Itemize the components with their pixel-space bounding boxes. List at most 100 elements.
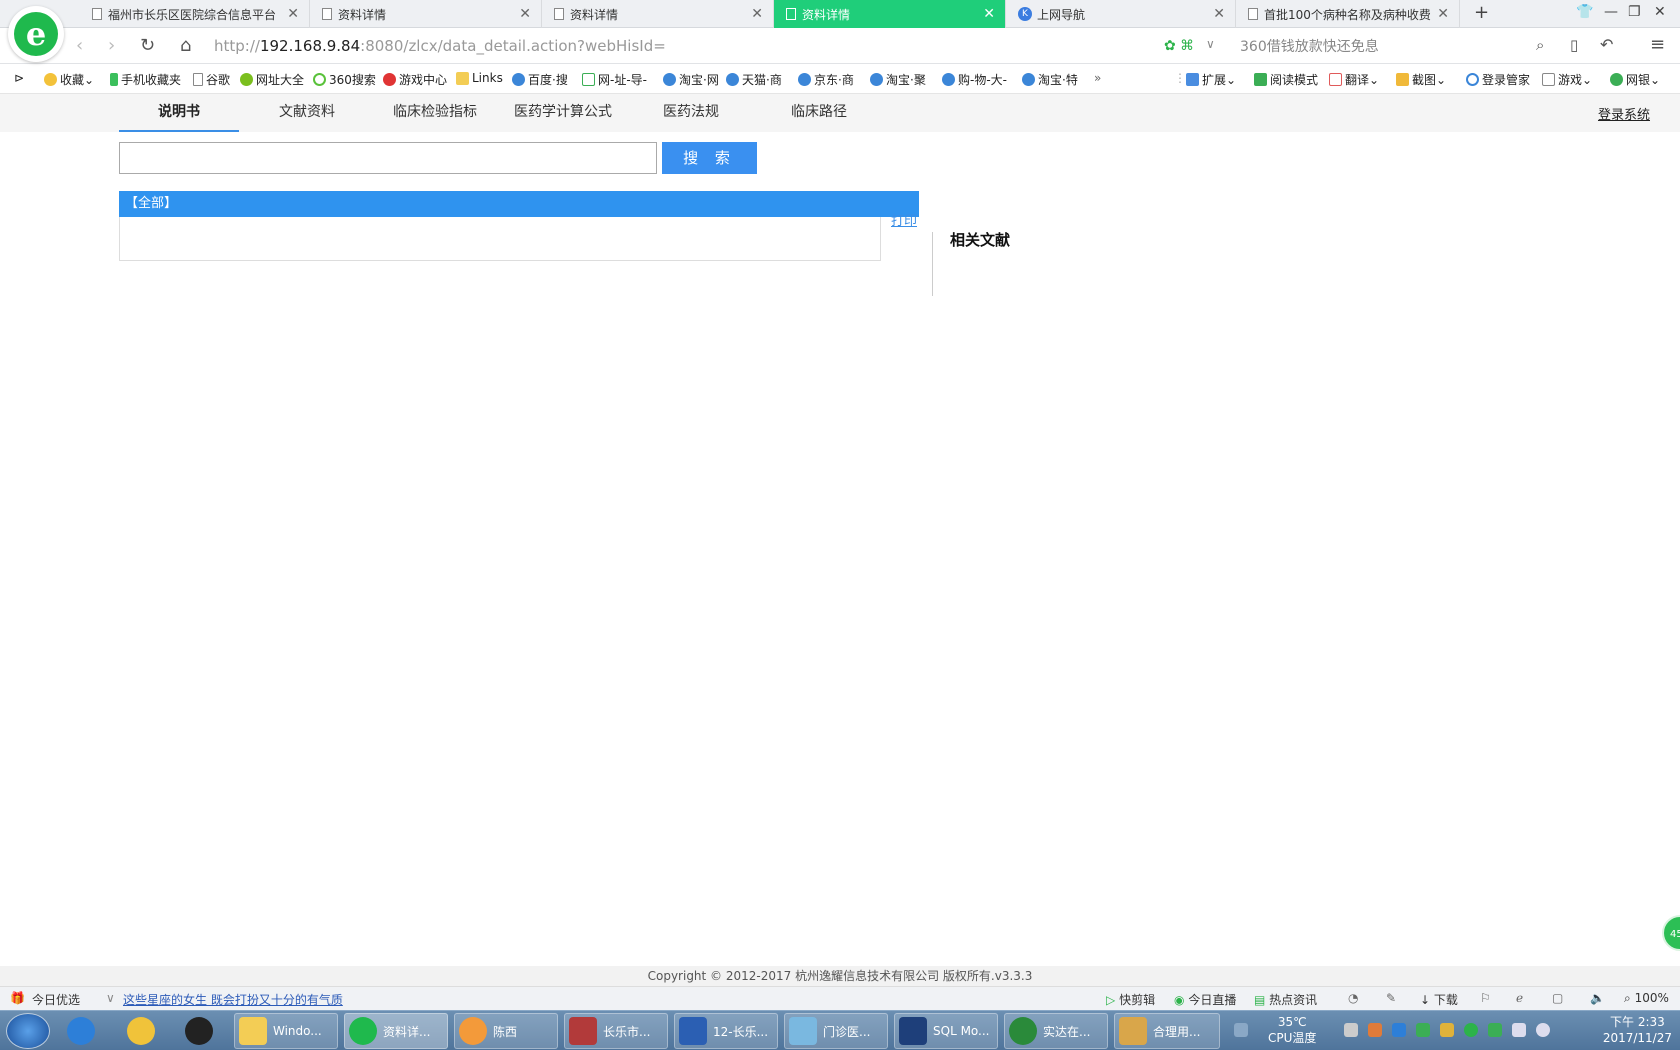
search-input[interactable]: 360借钱放款快还免息: [1240, 36, 1379, 56]
tab-detail-active[interactable]: 资料详情 ✕: [774, 0, 1006, 28]
security-icon[interactable]: ✿ ⌘: [1164, 38, 1194, 54]
search-button[interactable]: 搜 索: [662, 142, 757, 174]
bookmark-google[interactable]: 谷歌: [193, 71, 230, 88]
shirt-icon[interactable]: 👕: [1576, 4, 1593, 20]
bookmark-favorites[interactable]: 收藏 ⌄: [44, 71, 94, 88]
bookmark-tmall[interactable]: 天猫·商: [726, 71, 782, 88]
ie-taskbar-icon[interactable]: [62, 1013, 108, 1049]
close-icon[interactable]: ✕: [983, 6, 995, 22]
login-link[interactable]: 登录系统: [1598, 104, 1650, 123]
more-bookmarks-icon[interactable]: »: [1094, 71, 1101, 85]
bookmark-site-directory[interactable]: 网址大全: [240, 71, 304, 88]
close-window-button[interactable]: ✕: [1654, 4, 1666, 20]
screenshot-button[interactable]: 截图 ⌄: [1396, 71, 1446, 88]
tray-icon-1[interactable]: [1344, 1023, 1358, 1037]
url-field[interactable]: http://192.168.9.84:8080/zlcx/data_detai…: [214, 34, 1204, 58]
bookmark-game-center[interactable]: 游戏中心: [383, 71, 447, 88]
quick-edit-button[interactable]: ▷ 快剪辑: [1106, 991, 1155, 1008]
nav-formulas[interactable]: 医药学计算公式: [503, 94, 623, 132]
zoom-button[interactable]: ⌕ 100%: [1624, 991, 1669, 1006]
flag-icon[interactable]: ⚐: [1480, 991, 1491, 1005]
reload-button[interactable]: ↻: [140, 35, 155, 56]
close-icon[interactable]: ✕: [1213, 6, 1225, 22]
bookmark-360search[interactable]: 360搜索: [313, 71, 376, 88]
hot-news-button[interactable]: ▤ 热点资讯: [1254, 991, 1317, 1008]
taskbar-item-word[interactable]: 12-长乐...: [674, 1013, 778, 1049]
home-icon[interactable]: ⌂: [180, 35, 191, 56]
sidebar-toggle-icon[interactable]: ⊳: [14, 71, 24, 85]
speed-badge[interactable]: 45: [1662, 915, 1680, 951]
qq-taskbar-icon[interactable]: [180, 1013, 226, 1049]
bookmark-shopping[interactable]: 购-物-大-: [942, 71, 1007, 88]
bookmark-mobile[interactable]: 手机收藏夹: [110, 71, 181, 88]
taskbar-item-archive[interactable]: 长乐市...: [564, 1013, 668, 1049]
search-icon[interactable]: ⌕: [1536, 36, 1544, 54]
login-manager-button[interactable]: 登录管家: [1466, 71, 1530, 88]
close-icon[interactable]: ✕: [751, 6, 763, 22]
bookmark-jd[interactable]: 京东·商: [798, 71, 854, 88]
cpu-temperature[interactable]: 35℃ CPU温度: [1268, 1014, 1316, 1046]
chevron-down-icon[interactable]: ∨: [1206, 37, 1215, 51]
plus-icon[interactable]: [1464, 1023, 1478, 1037]
maximize-button[interactable]: ❐: [1628, 4, 1641, 20]
browser-logo[interactable]: e: [8, 6, 64, 62]
close-icon[interactable]: ✕: [1437, 6, 1449, 22]
taskbar-item-explorer[interactable]: Windo...: [234, 1013, 338, 1049]
start-button[interactable]: [6, 1013, 50, 1049]
forward-button[interactable]: ›: [108, 35, 115, 56]
speaker-icon[interactable]: [1536, 1023, 1550, 1037]
close-icon[interactable]: ✕: [287, 6, 299, 22]
volume-icon[interactable]: 🔈: [1590, 991, 1605, 1005]
news-link[interactable]: 这些星座的女生 既会打扮又十分的有气质: [123, 991, 343, 1008]
games-button[interactable]: 游戏 ⌄: [1542, 71, 1592, 88]
live-button[interactable]: ◉ 今日直播: [1174, 991, 1236, 1008]
window-icon[interactable]: ▢: [1552, 991, 1563, 1005]
tray-icon-5[interactable]: [1440, 1023, 1454, 1037]
tab-nav[interactable]: K 上网导航 ✕: [1006, 0, 1236, 28]
print-link[interactable]: 打印: [891, 210, 917, 229]
tray-icon-3[interactable]: [1392, 1023, 1406, 1037]
pin-icon[interactable]: ✎: [1386, 991, 1396, 1005]
clock[interactable]: 下午 2:33 2017/11/27: [1603, 1014, 1672, 1046]
taskbar-item-shida[interactable]: 实达在...: [1004, 1013, 1108, 1049]
signal-icon[interactable]: [1512, 1023, 1526, 1037]
new-tab-button[interactable]: +: [1474, 2, 1489, 23]
today-picks[interactable]: 今日优选: [32, 991, 80, 1008]
tray-icon-7[interactable]: [1488, 1023, 1502, 1037]
minimize-button[interactable]: —: [1604, 4, 1618, 20]
taskbar-item-chat[interactable]: 陈西: [454, 1013, 558, 1049]
taskbar-item-browser[interactable]: 资料详...: [344, 1013, 448, 1049]
speed-icon[interactable]: ◔: [1348, 991, 1358, 1005]
tab-detail-1[interactable]: 资料详情 ✕: [310, 0, 542, 28]
tab-hospital-platform[interactable]: 福州市长乐区医院综合信息平台 ✕: [80, 0, 310, 28]
translate-button[interactable]: 翻译 ⌄: [1329, 71, 1379, 88]
undo-icon[interactable]: ↶: [1600, 35, 1613, 54]
nav-clinical-pathway[interactable]: 临床路径: [759, 94, 879, 132]
bookmark-taobao-te[interactable]: 淘宝·特: [1022, 71, 1078, 88]
bookmark-baidu[interactable]: 百度·搜: [512, 71, 568, 88]
tray-icon-2[interactable]: [1368, 1023, 1382, 1037]
taskbar-item-sql[interactable]: SQL Mo...: [894, 1013, 998, 1049]
menu-icon[interactable]: ≡: [1650, 34, 1665, 55]
extensions-button[interactable]: 扩展 ⌄: [1186, 71, 1236, 88]
nav-lab-indicators[interactable]: 临床检验指标: [375, 94, 495, 132]
search-input[interactable]: [119, 142, 657, 174]
nav-regulations[interactable]: 医药法规: [631, 94, 751, 132]
tab-detail-2[interactable]: 资料详情 ✕: [542, 0, 774, 28]
nav-instructions[interactable]: 说明书: [119, 94, 239, 132]
online-banking-button[interactable]: 网银 ⌄: [1610, 71, 1660, 88]
ie-mode-icon[interactable]: ℯ: [1516, 991, 1523, 1005]
shield-icon[interactable]: [1416, 1023, 1430, 1037]
chevron-down-icon[interactable]: ∨: [106, 991, 115, 1005]
bookmark-taobao[interactable]: 淘宝·网: [663, 71, 719, 88]
bookmark-links[interactable]: Links: [456, 71, 503, 85]
back-button[interactable]: ‹: [76, 35, 83, 56]
keyboard-icon[interactable]: [1234, 1023, 1248, 1037]
nav-literature[interactable]: 文献资料: [247, 94, 367, 132]
bookmark-taobao-ju[interactable]: 淘宝·聚: [870, 71, 926, 88]
reading-mode-button[interactable]: 阅读模式: [1254, 71, 1318, 88]
close-icon[interactable]: ✕: [519, 6, 531, 22]
taskbar-item-clinic[interactable]: 门诊医...: [784, 1013, 888, 1049]
tab-disease-list[interactable]: 首批100个病种名称及病种收费 ✕: [1236, 0, 1460, 28]
download-button[interactable]: ↓ 下载: [1420, 991, 1458, 1008]
